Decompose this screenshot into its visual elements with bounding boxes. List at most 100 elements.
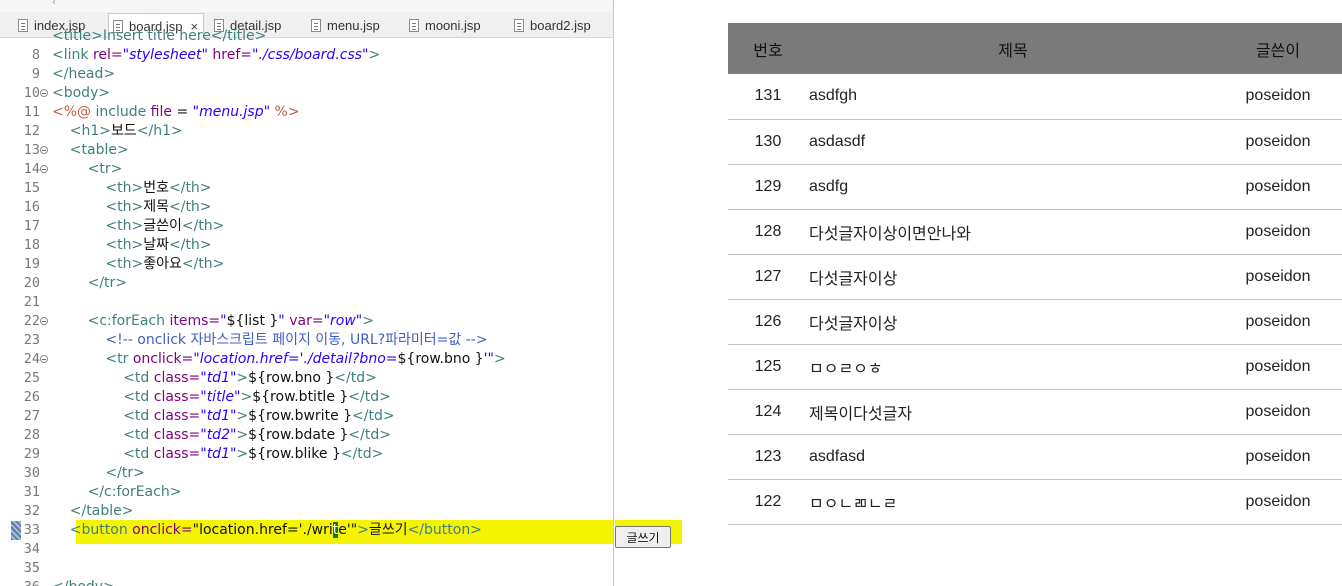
cell-date: 2016 [1338, 74, 1342, 120]
table-row[interactable]: 123 asdfasd poseidon 201 [728, 434, 1342, 480]
code-line-17: <th>글쓴이</th> [52, 218, 225, 234]
fold-toggle-icon[interactable] [40, 165, 48, 173]
tab-menu-jsp[interactable]: menu.jsp [307, 13, 380, 38]
code-line-31: </c:forEach> [52, 484, 182, 500]
cell-title: ㅁㅇㄹㅇㅎ [808, 344, 1218, 390]
table-row[interactable]: 125 ㅁㅇㄹㅇㅎ poseidon 2016 [728, 344, 1342, 390]
cell-title: 다섯글자이상이면안나와 [808, 209, 1218, 255]
table-row[interactable]: 131 asdfgh poseidon 2016 [728, 74, 1342, 120]
code-line-12: <h1>보드</h1> [52, 123, 183, 139]
line-number: 10 [23, 85, 40, 101]
cell-writer: poseidon [1218, 74, 1338, 120]
code-line-32: </table> [52, 503, 134, 519]
cell-writer: poseidon [1218, 209, 1338, 255]
tab-mooni-jsp[interactable]: mooni.jsp [405, 13, 481, 38]
line-number: 33 [23, 522, 40, 538]
line-number: 13 [23, 142, 40, 158]
cell-bno: 127 [728, 254, 808, 300]
line-number: 32 [23, 503, 40, 519]
header-bno: 번호 [728, 23, 808, 74]
fold-toggle-icon[interactable] [40, 146, 48, 154]
line-number: 27 [23, 408, 40, 424]
file-icon [514, 19, 524, 32]
cell-bno: 123 [728, 434, 808, 480]
line-number: 25 [23, 370, 40, 386]
table-row[interactable]: 124 제목이다섯글자 poseidon 201 [728, 389, 1342, 435]
cell-date: 2016 [1338, 119, 1342, 165]
table-row[interactable]: 127 다섯글자이상 poseidon 2016 [728, 254, 1342, 300]
code-line-27: <td class="td1">${row.bwrite }</td> [52, 408, 395, 424]
line-number: 28 [23, 427, 40, 443]
cell-bno: 124 [728, 389, 808, 435]
cell-bno: 128 [728, 209, 808, 255]
cell-bno: 129 [728, 164, 808, 210]
chevron-left-icon[interactable]: ‹ [52, 0, 56, 8]
cell-bno: 125 [728, 344, 808, 390]
line-number: 15 [23, 180, 40, 196]
code-line-30: </tr> [52, 465, 145, 481]
code-line-25: <td class="td1">${row.bno }</td> [52, 370, 377, 386]
board-table: 번호 제목 글쓴이 131 asdfgh poseidon 2016 130 a… [728, 23, 1342, 525]
cell-writer: poseidon [1218, 344, 1338, 390]
cell-date: 2016 [1338, 344, 1342, 390]
line-number: 21 [23, 294, 40, 310]
code-line-33: <button onclick="location.href='./write'… [52, 522, 482, 538]
code-line-20: </tr> [52, 275, 128, 291]
cell-title: ㅁㅇㄴㄻㄴㄹ [808, 479, 1218, 525]
code-line-16: <th>제목</th> [52, 199, 212, 215]
code-line-8: <link rel="stylesheet" href="./css/board… [52, 47, 381, 63]
line-number: 11 [23, 104, 40, 120]
line-number: 31 [23, 484, 40, 500]
line-number: 14 [23, 161, 40, 177]
tab-label: mooni.jsp [425, 18, 481, 33]
write-button[interactable]: 글쓰기 [615, 526, 671, 548]
cell-writer: poseidon [1218, 164, 1338, 210]
table-row[interactable]: 126 다섯글자이상 poseidon 2016 [728, 299, 1342, 345]
cell-bno: 122 [728, 479, 808, 525]
cell-title: asdfgh [808, 74, 1218, 120]
code-line-24: <tr onclick="location.href='./detail?bno… [52, 351, 506, 367]
line-number: 9 [31, 66, 40, 82]
code-line-15: <th>번호</th> [52, 180, 212, 196]
code-line-9: </head> [52, 66, 116, 82]
cell-title: 제목이다섯글자 [808, 389, 1218, 435]
header-title: 제목 [808, 23, 1218, 74]
table-row[interactable]: 130 asdasdf poseidon 2016 [728, 119, 1342, 165]
table-row[interactable]: 122 ㅁㅇㄴㄻㄴㄹ poseidon 201 [728, 479, 1342, 525]
table-row[interactable]: 129 asdfg poseidon 2016 [728, 164, 1342, 210]
line-number: 12 [23, 123, 40, 139]
header-date [1338, 23, 1342, 74]
code-line-26: <td class="title">${row.btitle }</td> [52, 389, 391, 405]
cell-date: 2016 [1338, 164, 1342, 210]
table-header-row: 번호 제목 글쓴이 [728, 23, 1342, 74]
code-line-23: <!-- onclick 자바스크립트 페이지 이동, URL?파라미터=값 -… [52, 332, 488, 348]
line-number-gutter: 8 9 10 11 12 13 14 15 16 17 18 19 20 21 … [0, 38, 50, 586]
code-line-22: <c:forEach items="${list }" var="row"> [52, 313, 374, 329]
table-row[interactable]: 128 다섯글자이상이면안나와 poseidon 2016 [728, 209, 1342, 255]
cell-bno: 131 [728, 74, 808, 120]
file-icon [409, 19, 419, 32]
fold-toggle-icon[interactable] [40, 317, 48, 325]
code-line-14: <tr> [52, 161, 123, 177]
tab-board2-jsp[interactable]: board2.jsp [510, 13, 591, 38]
code-line-18: <th>날짜</th> [52, 237, 212, 253]
fold-toggle-icon[interactable] [40, 355, 48, 363]
fold-toggle-icon[interactable] [40, 89, 48, 97]
line-number: 26 [23, 389, 40, 405]
code-editor[interactable]: ‹ index.jsp board.jsp × detail.jsp menu.j… [0, 0, 614, 586]
cell-writer: poseidon [1218, 254, 1338, 300]
code-line-36: </body> [52, 578, 115, 586]
cell-title: 다섯글자이상 [808, 254, 1218, 300]
cell-date: 201 [1338, 434, 1342, 480]
tab-label: menu.jsp [327, 18, 380, 33]
tab-bar-top-strip: ‹ [0, 0, 613, 12]
cell-date: 2016 [1338, 299, 1342, 345]
cell-bno: 130 [728, 119, 808, 165]
cell-date: 2016 [1338, 254, 1342, 300]
line-number: 35 [23, 560, 40, 576]
code-line-28: <td class="td2">${row.bdate }</td> [52, 427, 391, 443]
code-line-7-partial: <title>Insert title here</title> [52, 28, 267, 44]
line-number: 17 [23, 218, 40, 234]
browser-preview: 글쓰기 번호 제목 글쓴이 131 asdfgh poseidon 2016 1… [615, 0, 1342, 586]
code-area[interactable]: <title>Insert title here</title> <link r… [52, 28, 613, 586]
